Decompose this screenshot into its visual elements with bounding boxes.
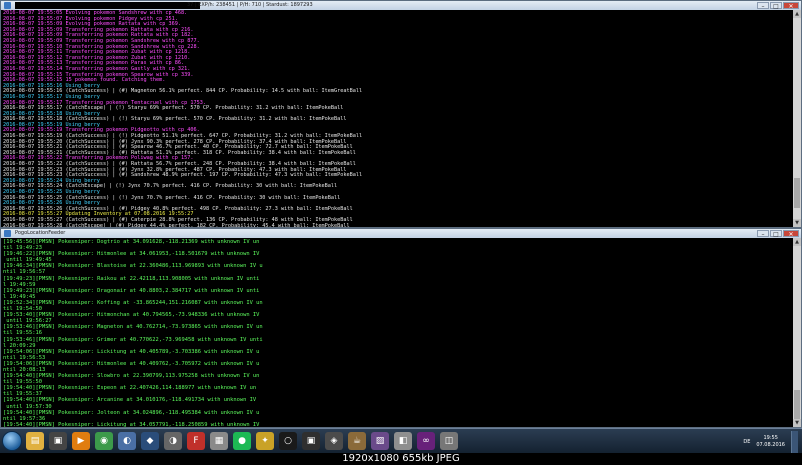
- redacted-title-block: [15, 2, 200, 9]
- tool-icon[interactable]: ✦: [256, 432, 274, 450]
- close-button[interactable]: ✕: [783, 230, 799, 238]
- bot-console-title: 37 | EXP/h: 238451 | P/H: 710 | Stardust…: [187, 2, 313, 8]
- minimize-button[interactable]: –: [757, 2, 769, 10]
- clock[interactable]: 19:55 07.08.2016: [756, 435, 785, 449]
- feeder-app-icon: [4, 230, 11, 237]
- location-feeder-scrollbar[interactable]: ▲ ▼: [793, 238, 801, 427]
- bot-console-scrollbar[interactable]: ▲ ▼: [793, 10, 801, 227]
- bot-console-titlebar[interactable]: 37 | EXP/h: 238451 | P/H: 710 | Stardust…: [1, 1, 801, 10]
- terminal-icon[interactable]: ▣: [302, 432, 320, 450]
- location-feeder-title: PogoLocationFeeder: [15, 230, 66, 236]
- location-feeder-titlebar[interactable]: PogoLocationFeeder – □ ✕: [1, 229, 801, 238]
- notes-icon[interactable]: ▦: [210, 432, 228, 450]
- maximize-button[interactable]: □: [770, 2, 782, 10]
- app-icon[interactable]: ○: [279, 432, 297, 450]
- bot-console-output: 2016-08-07 19:55:05 Evolving pokemon San…: [1, 10, 793, 227]
- media-player-icon[interactable]: ▶: [72, 432, 90, 450]
- system-tray: DE 19:55 07.08.2016: [743, 431, 798, 453]
- minimize-button[interactable]: –: [757, 230, 769, 238]
- terminal-icon[interactable]: ▣: [49, 432, 67, 450]
- scrollbar-thumb[interactable]: [794, 177, 800, 208]
- folder-icon[interactable]: ▤: [26, 432, 44, 450]
- language-indicator[interactable]: DE: [743, 439, 750, 445]
- app-icon[interactable]: ▨: [371, 432, 389, 450]
- scroll-down-arrow-icon[interactable]: ▼: [793, 219, 801, 227]
- image-info-caption: 1920x1080 655kb JPEG: [0, 453, 802, 465]
- close-button[interactable]: ✕: [783, 2, 799, 10]
- scroll-up-arrow-icon[interactable]: ▲: [793, 10, 801, 18]
- console-line: 2016-08-07 19:55:28 (CatchEscape) | (#) …: [3, 222, 350, 227]
- clock-date: 07.08.2016: [756, 442, 785, 448]
- taskbar-pinned-apps: ▤ ▣ ▶ ◉ ◐ ◆ ◑ F ▦ ● ✦ ○ ▣ ◈ ☕ ▨ ◧ ∞ ◫: [26, 432, 458, 450]
- taskbar: ▤ ▣ ▶ ◉ ◐ ◆ ◑ F ▦ ● ✦ ○ ▣ ◈ ☕ ▨ ◧ ∞ ◫ DE 19:55 07.08.2016: [0, 428, 802, 454]
- visual-studio-icon[interactable]: ∞: [417, 432, 435, 450]
- spotify-icon[interactable]: ●: [233, 432, 251, 450]
- maximize-button[interactable]: □: [770, 230, 782, 238]
- show-desktop-button[interactable]: [791, 431, 798, 453]
- app-icon[interactable]: ◐: [118, 432, 136, 450]
- photoshop-icon[interactable]: ◆: [141, 432, 159, 450]
- app-icon[interactable]: ◑: [164, 432, 182, 450]
- feeder-log-line: [19:54:40][PMSN] Pokesniper: Lickitung a…: [3, 421, 260, 427]
- bot-console-window: 37 | EXP/h: 238451 | P/H: 710 | Stardust…: [0, 0, 802, 228]
- scroll-down-arrow-icon[interactable]: ▼: [793, 419, 801, 427]
- app-icon[interactable]: ◫: [440, 432, 458, 450]
- clock-time: 19:55: [763, 435, 778, 441]
- console-app-icon: [4, 2, 11, 9]
- location-feeder-output: [19:45:56][PMSN] Pokesniper: Dogtrio at …: [1, 238, 793, 427]
- location-feeder-window: PogoLocationFeeder – □ ✕ [19:45:56][PMSN…: [0, 228, 802, 428]
- scroll-up-arrow-icon[interactable]: ▲: [793, 238, 801, 246]
- chrome-icon[interactable]: ◉: [95, 432, 113, 450]
- app-icon[interactable]: ◧: [394, 432, 412, 450]
- scrollbar-thumb[interactable]: [794, 390, 800, 420]
- filezilla-icon[interactable]: F: [187, 432, 205, 450]
- start-button[interactable]: [2, 431, 22, 451]
- java-icon[interactable]: ☕: [348, 432, 366, 450]
- pokego-icon[interactable]: ◈: [325, 432, 343, 450]
